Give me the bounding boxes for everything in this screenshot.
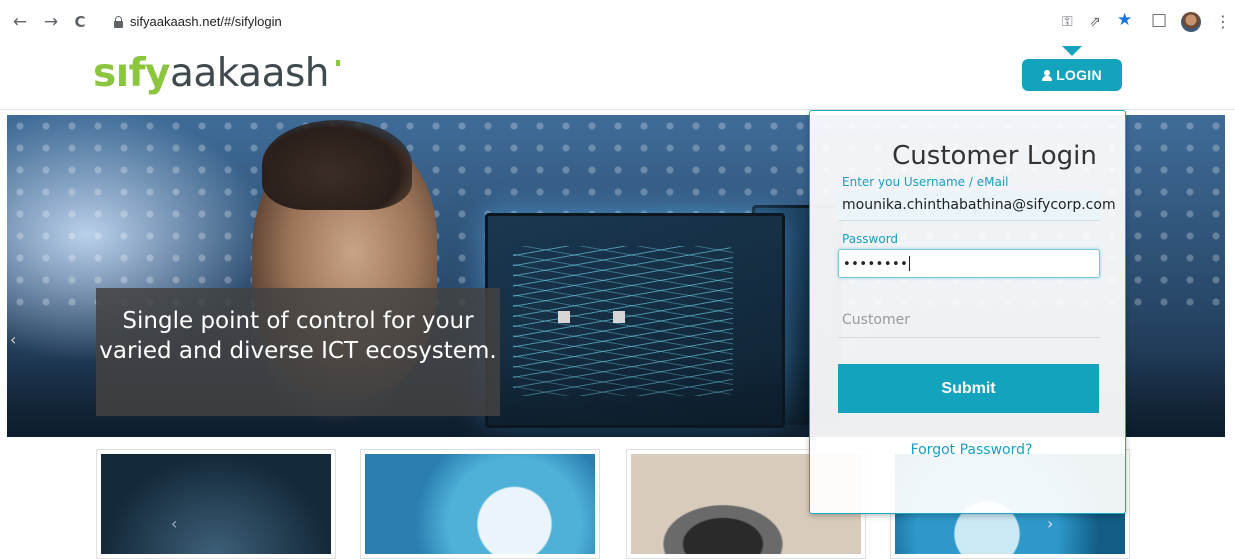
login-title: Customer Login (892, 141, 1097, 171)
network-node (613, 311, 625, 323)
browser-toolbar: ← → C sifyaakaash.net/#/sifylogin ⚿ ⇗ ★ … (0, 0, 1235, 45)
reload-icon[interactable]: C (70, 12, 90, 32)
logo-aakaash-text: aakaash (169, 51, 330, 96)
side-panel-icon[interactable]: □ (1151, 11, 1167, 29)
bookmark-star-icon[interactable]: ★ (1117, 11, 1132, 29)
network-node (558, 311, 570, 323)
password-value: •••••••• (843, 257, 909, 272)
password-field[interactable]: •••••••• (838, 249, 1100, 278)
tile-image (365, 454, 595, 554)
site-header: sıfyaakaash LOGIN (0, 45, 1235, 110)
feature-tile-1[interactable]: ‹ (96, 449, 336, 559)
tile-next-icon[interactable]: › (1047, 514, 1053, 533)
hero-caption: Single point of control for your varied … (96, 288, 500, 416)
username-label: Enter you Username / eMail (842, 175, 1009, 189)
lock-icon (114, 16, 123, 28)
user-icon (1042, 70, 1053, 81)
logo-sify-text: sıfy (93, 51, 170, 96)
profile-avatar[interactable] (1181, 12, 1201, 32)
carousel-prev-icon[interactable]: ‹ (10, 330, 16, 349)
password-label: Password (842, 232, 899, 246)
tile-image (101, 454, 331, 554)
customer-login-panel: Customer Login Enter you Username / eMai… (809, 110, 1126, 514)
logo-dot (336, 60, 341, 66)
menu-icon[interactable]: ⋮ (1215, 13, 1231, 31)
hero-person-hair (262, 120, 412, 210)
username-field[interactable]: mounika.chinthabathina@sifycorp.com (838, 191, 1116, 221)
text-cursor (909, 256, 911, 271)
customer-field[interactable]: Customer (838, 306, 1100, 338)
login-button-label: LOGIN (1056, 67, 1102, 83)
tile-prev-icon[interactable]: ‹ (171, 514, 177, 533)
share-icon[interactable]: ⇗ (1089, 13, 1101, 31)
login-button[interactable]: LOGIN (1022, 59, 1122, 91)
submit-button[interactable]: Submit (838, 364, 1099, 413)
login-pointer (1062, 46, 1082, 56)
url-text[interactable]: sifyaakaash.net/#/sifylogin (130, 14, 282, 29)
key-icon[interactable]: ⚿ (1062, 13, 1073, 31)
back-icon[interactable]: ← (10, 12, 30, 32)
sify-aakaash-logo[interactable]: sıfyaakaash (93, 51, 341, 96)
address-bar[interactable]: sifyaakaash.net/#/sifylogin (100, 9, 1100, 36)
forward-icon[interactable]: → (41, 12, 61, 32)
feature-tile-2[interactable] (360, 449, 600, 559)
forgot-password-link[interactable]: Forgot Password? (810, 442, 1125, 458)
